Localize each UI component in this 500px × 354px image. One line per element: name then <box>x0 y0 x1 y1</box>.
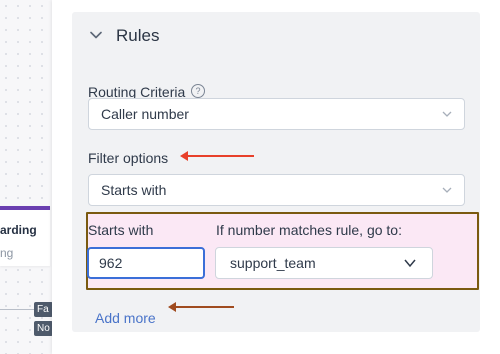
starts-with-label: Starts with <box>88 222 154 238</box>
chevron-down-icon <box>404 259 416 268</box>
add-more-link[interactable]: Add more <box>95 310 156 326</box>
filter-options-value: Starts with <box>101 182 167 198</box>
routing-criteria-value: Caller number <box>101 106 189 122</box>
flow-canvas: arding ng Fa No <box>0 0 53 354</box>
arrow-left-icon <box>180 151 254 161</box>
flow-node-card[interactable]: arding ng <box>0 206 50 266</box>
filter-options-label: Filter options <box>88 150 169 166</box>
goto-value: support_team <box>230 255 316 271</box>
goto-label: If number matches rule, go to: <box>216 222 402 238</box>
rules-section: Rules Routing Criteria ? Caller number F… <box>72 12 480 332</box>
chevron-down-icon <box>442 187 452 193</box>
chevron-down-icon[interactable] <box>90 29 102 41</box>
node-subtitle: ng <box>0 246 14 260</box>
chevron-down-icon <box>442 111 452 117</box>
starts-with-input[interactable] <box>87 247 205 279</box>
filter-options-select[interactable]: Starts with <box>88 174 465 206</box>
branch-tag[interactable]: Fa <box>34 302 53 317</box>
question-circle-icon[interactable]: ? <box>191 84 205 98</box>
settings-panel: Rules Routing Criteria ? Caller number F… <box>52 0 500 354</box>
routing-criteria-select[interactable]: Caller number <box>88 98 465 130</box>
arrow-left-icon <box>168 302 234 312</box>
section-title: Rules <box>116 26 160 45</box>
goto-select[interactable]: support_team <box>215 247 433 279</box>
branch-tag[interactable]: No <box>34 321 53 336</box>
node-title: arding <box>0 223 37 237</box>
flow-connector <box>0 309 34 310</box>
